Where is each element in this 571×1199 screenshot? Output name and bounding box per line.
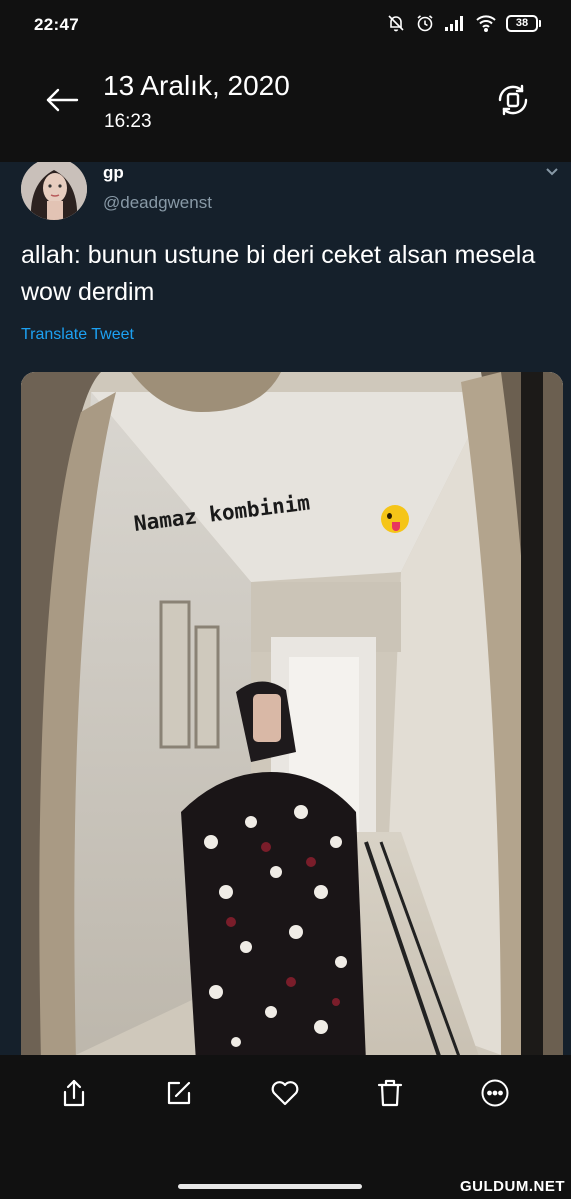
tweet-text: allah: bunun ustune bi deri ceket alsan … [21, 241, 536, 306]
home-indicator[interactable] [178, 1184, 362, 1189]
alarm-icon [415, 13, 435, 33]
delete-button[interactable] [373, 1076, 407, 1110]
more-icon [481, 1079, 509, 1107]
more-button[interactable] [478, 1076, 512, 1110]
status-icons: 38 [386, 13, 541, 33]
battery-tip [539, 19, 541, 27]
tweet-card: gp @deadgwenst allah: bunun ustune bi de… [0, 162, 571, 1055]
chevron-down-icon[interactable] [545, 164, 559, 182]
action-bar [0, 1055, 571, 1175]
translate-tweet-link[interactable]: Translate Tweet [21, 326, 134, 344]
edit-icon [167, 1081, 191, 1105]
share-button[interactable] [57, 1076, 91, 1110]
status-time: 22:47 [34, 15, 79, 34]
screenshot-time: 16:23 [104, 111, 152, 132]
back-button[interactable] [40, 83, 84, 117]
watermark: GULDUM.NET [460, 1178, 565, 1195]
screen-rotate-icon [498, 84, 528, 116]
display-name[interactable]: gp [103, 163, 124, 183]
mirror-selfie-image [21, 372, 563, 1055]
signal-icon [444, 14, 466, 32]
wifi-icon [475, 14, 497, 32]
zany-face-emoji [381, 505, 409, 533]
heart-icon [271, 1081, 299, 1106]
screenshot-date: 13 Aralık, 2020 [103, 70, 290, 101]
bell-off-icon [386, 13, 406, 33]
trash-icon [377, 1079, 403, 1107]
tweet-image[interactable]: Namaz kombinim [21, 372, 563, 1055]
header: 13 Aralık, 2020 16:23 [0, 50, 571, 162]
rotate-button[interactable] [495, 82, 531, 118]
status-bar: 22:47 38 [0, 0, 571, 50]
battery-icon: 38 [506, 14, 541, 32]
share-icon [63, 1079, 85, 1107]
battery-level: 38 [506, 14, 538, 32]
user-handle[interactable]: @deadgwenst [103, 193, 212, 213]
edit-button[interactable] [162, 1076, 196, 1110]
avatar[interactable] [21, 162, 87, 220]
arrow-left-icon [46, 88, 79, 112]
favorite-button[interactable] [268, 1076, 302, 1110]
